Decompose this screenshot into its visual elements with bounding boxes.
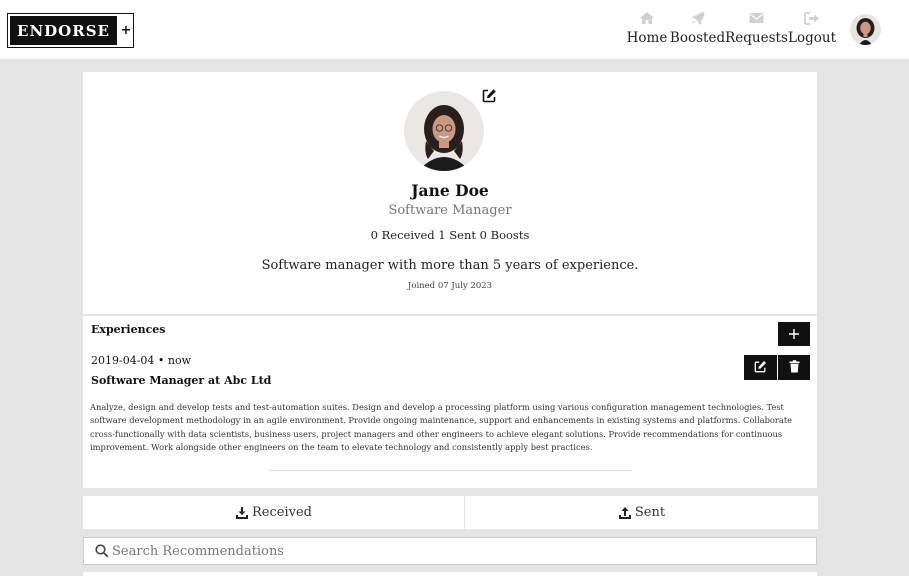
search-input[interactable] bbox=[112, 543, 792, 559]
nav-boosted-label: Boosted bbox=[669, 30, 726, 46]
add-experience-button[interactable] bbox=[778, 322, 810, 346]
home-icon bbox=[637, 10, 657, 26]
edit-experience-button[interactable] bbox=[744, 355, 777, 380]
tab-received[interactable]: Received bbox=[83, 496, 464, 529]
search-icon bbox=[95, 544, 109, 558]
brand-name: ENDORSE bbox=[10, 16, 117, 45]
trash-icon bbox=[789, 358, 800, 377]
brand-plus: + bbox=[120, 23, 132, 38]
nav-home-label: Home bbox=[626, 30, 668, 46]
edit-icon bbox=[754, 358, 767, 377]
profile-avatar bbox=[404, 91, 484, 171]
experiences-heading: Experiences bbox=[91, 323, 166, 336]
profile-stats: 0 Received 1 Sent 0 Boosts bbox=[370, 228, 530, 242]
rocket-icon bbox=[688, 10, 708, 26]
recommendations-list bbox=[83, 572, 817, 576]
edit-profile-icon[interactable] bbox=[482, 88, 498, 104]
tab-sent[interactable]: Sent bbox=[465, 496, 818, 529]
nav-boosted[interactable]: Boosted bbox=[669, 10, 726, 50]
top-navbar: ENDORSE + Home Boosted Requests Logout bbox=[0, 0, 909, 59]
experience-description: Analyze, design and develop tests and te… bbox=[90, 402, 793, 452]
upload-icon bbox=[618, 506, 632, 520]
nav-requests-label: Requests bbox=[725, 30, 788, 46]
nav-logout[interactable]: Logout bbox=[788, 10, 836, 50]
experience-role: Software Manager at Abc Ltd bbox=[91, 374, 272, 387]
download-icon bbox=[235, 506, 249, 520]
profile-name: Jane Doe bbox=[411, 181, 489, 200]
experience-dates: 2019-04-04 • now bbox=[91, 354, 192, 367]
nav-home[interactable]: Home bbox=[626, 10, 668, 50]
envelope-icon bbox=[747, 10, 767, 26]
profile-card: Jane Doe Software Manager 0 Received 1 S… bbox=[83, 72, 817, 314]
nav-requests[interactable]: Requests bbox=[725, 10, 788, 50]
sign-out-icon bbox=[802, 10, 822, 26]
profile-bio: Software manager with more than 5 years … bbox=[261, 258, 639, 273]
profile-title: Software Manager bbox=[388, 203, 512, 218]
experiences-card: Experiences 2019-04-04 • now Software Ma… bbox=[83, 316, 817, 488]
delete-experience-button[interactable] bbox=[778, 355, 810, 380]
search-box bbox=[83, 537, 817, 565]
user-avatar[interactable] bbox=[850, 14, 881, 45]
tab-received-label: Received bbox=[252, 505, 312, 520]
divider bbox=[269, 470, 632, 471]
brand-logo[interactable]: ENDORSE + bbox=[7, 13, 134, 48]
profile-joined-date: Joined 07 July 2023 bbox=[407, 281, 493, 291]
nav-logout-label: Logout bbox=[788, 30, 836, 46]
tab-sent-label: Sent bbox=[634, 505, 666, 520]
plus-icon bbox=[788, 325, 800, 344]
